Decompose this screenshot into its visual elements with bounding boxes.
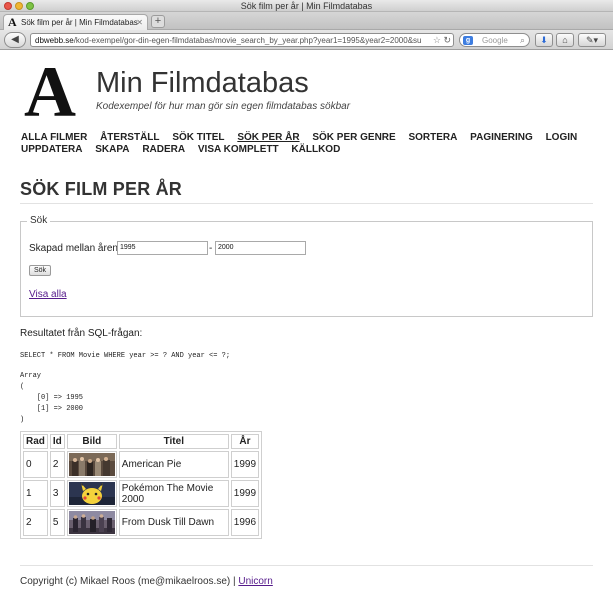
nav-kallkod[interactable]: KÄLLKOD	[291, 144, 340, 156]
browser-tab-active[interactable]: A Sök film per år | Min Filmdatabas ✕	[3, 14, 148, 30]
tab-close-icon[interactable]: ✕	[136, 17, 143, 28]
url-text: dbwebb.se/kod-exempel/gor-din-egen-filmd…	[35, 35, 425, 46]
cell-id: 2	[49, 451, 65, 478]
cell-id: 3	[49, 480, 65, 507]
site-logo[interactable]: A	[24, 56, 76, 128]
magnifier-icon[interactable]: ⌕	[520, 34, 525, 46]
pokemon-movie-poster	[68, 482, 115, 505]
nav-aterstall[interactable]: ÅTERSTÄLL	[100, 132, 159, 144]
url-path: /kod-exempel/gor-din-egen-filmdatabas/mo…	[73, 36, 422, 45]
nav-alla-filmer[interactable]: ALLA FILMER	[21, 132, 87, 144]
form-legend: Sök	[27, 215, 51, 227]
table-header-row: Rad Id Bild Titel År	[23, 434, 260, 449]
table-row: 1 3 Pokémon The Movie 2000 1999	[23, 480, 260, 507]
heading-divider	[20, 203, 593, 204]
site-slogan: Kodexempel för hur man gör sin egen film…	[96, 101, 351, 112]
main-navigation: ALLA FILMER ÅTERSTÄLL SÖK TITEL SÖK PER …	[20, 132, 590, 156]
downloads-button[interactable]: ⬇	[535, 33, 553, 47]
cell-titel: From Dusk Till Dawn	[118, 509, 229, 536]
site-title: Min Filmdatabas	[96, 67, 309, 99]
cell-titel: Pokémon The Movie 2000	[118, 480, 229, 507]
cell-rad: 2	[23, 509, 48, 536]
cell-rad: 0	[23, 451, 48, 478]
nav-radera[interactable]: RADERA	[142, 144, 185, 156]
year1-input[interactable]: 1995	[117, 241, 208, 255]
cell-bild	[66, 509, 117, 536]
download-arrow-icon: ⬇	[540, 35, 548, 45]
nav-sortera[interactable]: SORTERA	[408, 132, 457, 144]
table-row: 0 2 American Pie 1999	[23, 451, 260, 478]
home-icon: ⌂	[562, 35, 568, 45]
results-table: Rad Id Bild Titel År 0 2 American Pie 19…	[20, 431, 263, 539]
header-rad: Rad	[23, 434, 48, 449]
unicorn-link[interactable]: Unicorn	[238, 576, 272, 587]
cell-ar: 1996	[230, 509, 260, 536]
bookmark-star-icon[interactable]: ☆	[433, 34, 441, 46]
nav-skapa[interactable]: SKAPA	[95, 144, 129, 156]
tab-title: Sök film per år | Min Filmdatabas	[21, 18, 138, 27]
page-footer: Copyright (c) Mikael Roos (me@mikaelroos…	[20, 575, 273, 588]
cell-id: 5	[49, 509, 65, 536]
home-button[interactable]: ⌂	[556, 33, 574, 47]
tools-menu-button[interactable]: ✎▾	[578, 33, 606, 47]
header-titel: Titel	[118, 434, 229, 449]
nav-uppdatera[interactable]: UPPDATERA	[21, 144, 82, 156]
sql-params-dump: Array ( [0] => 1995 [1] => 2000 )	[20, 372, 84, 424]
nav-login[interactable]: LOGIN	[546, 132, 578, 144]
browser-toolbar: ◀ dbwebb.se/kod-exempel/gor-din-egen-fil…	[0, 30, 613, 50]
result-label: Resultatet från SQL-frågan:	[20, 328, 143, 339]
nav-visa-komplett[interactable]: VISA KOMPLETT	[198, 144, 279, 156]
cell-bild	[66, 451, 117, 478]
header-bild: Bild	[66, 434, 117, 449]
year-separator: -	[209, 243, 213, 254]
window-titlebar: Sök film per år | Min Filmdatabas	[0, 0, 613, 12]
show-all-link[interactable]: Visa alla	[29, 288, 67, 301]
arrow-left-icon: ◀	[11, 34, 19, 45]
wrench-icon: ✎▾	[585, 35, 599, 45]
cell-ar: 1999	[230, 480, 260, 507]
search-form: Sök Skapad mellan åren: 1995 - 2000 Sök …	[20, 215, 593, 317]
page-title: SÖK FILM PER ÅR	[20, 179, 183, 199]
address-bar[interactable]: dbwebb.se/kod-exempel/gor-din-egen-filmd…	[30, 33, 454, 47]
back-button[interactable]: ◀	[4, 32, 26, 48]
cell-bild	[66, 480, 117, 507]
nav-sok-per-ar[interactable]: SÖK PER ÅR	[237, 132, 299, 144]
american-pie-poster	[68, 453, 115, 476]
reload-icon[interactable]: ↻	[443, 34, 451, 46]
header-ar: År	[230, 434, 260, 449]
url-domain: dbwebb.se	[35, 36, 74, 45]
search-submit-button[interactable]: Sök	[29, 265, 51, 276]
year2-input[interactable]: 2000	[215, 241, 306, 255]
header-id: Id	[49, 434, 65, 449]
google-engine-icon[interactable]: g	[463, 36, 473, 45]
footer-divider	[20, 565, 593, 566]
year-range-label: Skapad mellan åren:	[29, 243, 121, 254]
window-title: Sök film per år | Min Filmdatabas	[240, 1, 373, 11]
new-tab-button[interactable]: +	[151, 15, 165, 28]
cell-ar: 1999	[230, 451, 260, 478]
site-favicon-icon: A	[8, 15, 17, 29]
footer-copyright: Copyright (c) Mikael Roos (me@mikaelroos…	[20, 576, 239, 587]
table-row: 2 5 From Dusk Till Dawn 1996	[23, 509, 260, 536]
nav-sok-titel[interactable]: SÖK TITEL	[172, 132, 224, 144]
tab-bar: A Sök film per år | Min Filmdatabas ✕ +	[0, 12, 613, 30]
from-dusk-till-dawn-poster	[68, 511, 115, 534]
cell-titel: American Pie	[118, 451, 229, 478]
nav-paginering[interactable]: PAGINERING	[470, 132, 533, 144]
search-placeholder: Google	[482, 36, 508, 45]
nav-sok-per-genre[interactable]: SÖK PER GENRE	[312, 132, 395, 144]
sql-query: SELECT * FROM Movie WHERE year >= ? AND …	[20, 352, 231, 360]
cell-rad: 1	[23, 480, 48, 507]
search-bar[interactable]: g Google ⌕	[459, 33, 530, 47]
